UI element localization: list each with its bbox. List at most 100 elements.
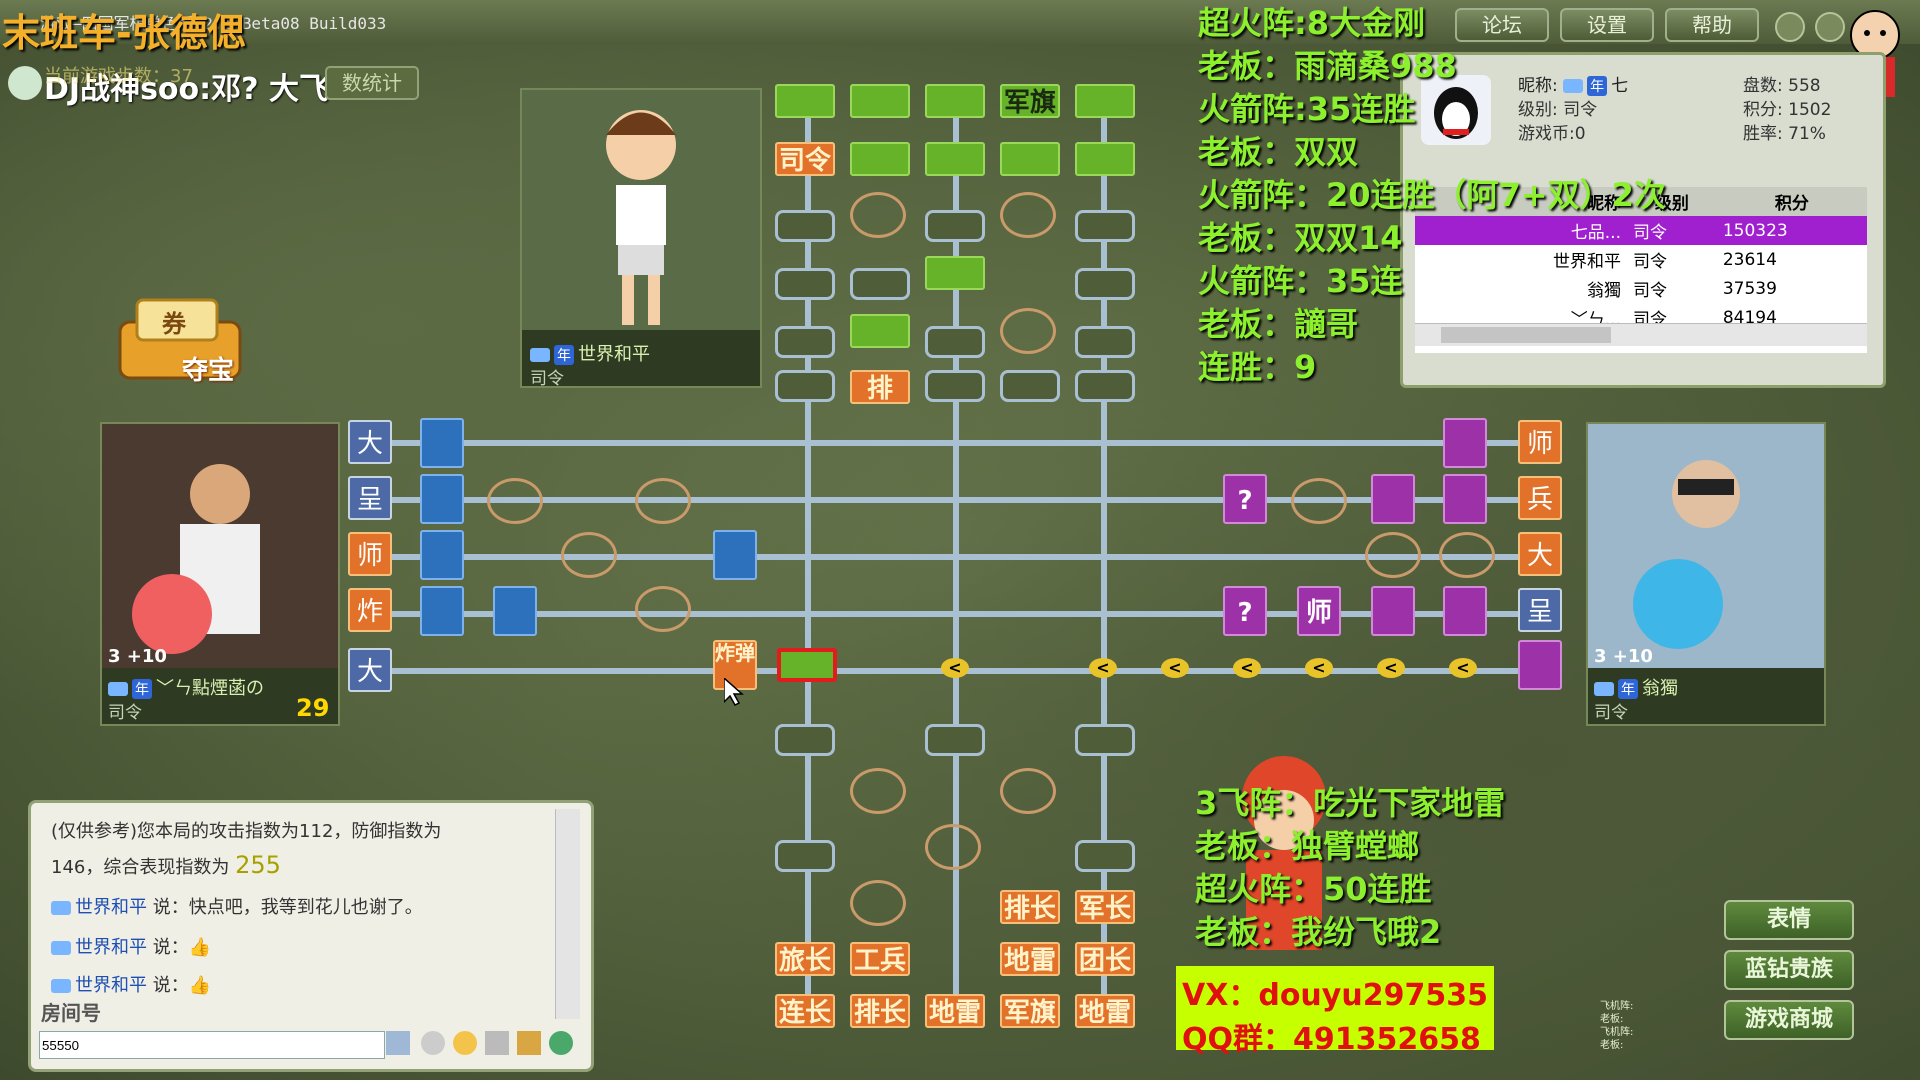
board-cell[interactable]	[925, 724, 985, 756]
platoon-piece[interactable]: 排	[850, 370, 910, 404]
camp-cell[interactable]	[1000, 768, 1056, 814]
camp-cell[interactable]	[635, 478, 691, 524]
board-cell[interactable]	[1075, 840, 1135, 872]
purple-piece[interactable]	[1443, 586, 1487, 636]
camp-cell[interactable]	[925, 824, 981, 870]
minimize-icon[interactable]	[1775, 12, 1805, 42]
blue-piece[interactable]	[420, 530, 464, 580]
board-piece[interactable]: 排长	[850, 994, 910, 1028]
unknown-piece[interactable]: ?	[1223, 474, 1267, 524]
camp-cell[interactable]	[850, 880, 906, 926]
side-label: 师	[348, 532, 392, 576]
camp-cell[interactable]	[850, 192, 906, 238]
board-piece[interactable]	[1075, 142, 1135, 176]
board-piece[interactable]	[775, 84, 835, 118]
division-piece[interactable]: 师	[1297, 586, 1341, 636]
board-cell[interactable]	[775, 268, 835, 300]
board-piece[interactable]	[925, 142, 985, 176]
commander-piece[interactable]: 司令	[775, 142, 835, 176]
blue-diamond-button[interactable]: 蓝钻贵族	[1724, 950, 1854, 990]
emoji-button[interactable]: 表情	[1724, 900, 1854, 940]
system-line-text: 146，综合表现指数为	[51, 857, 230, 878]
board-cell[interactable]	[775, 724, 835, 756]
board-cell[interactable]	[925, 370, 985, 402]
games-label: 盘数:	[1743, 76, 1783, 96]
chat-sender[interactable]: 世界和平	[75, 975, 147, 996]
board-piece[interactable]	[1000, 142, 1060, 176]
camp-cell[interactable]	[561, 532, 617, 578]
camp-cell[interactable]	[1000, 308, 1056, 354]
board-piece[interactable]: 团长	[1075, 942, 1135, 976]
board-piece[interactable]: 地雷	[1075, 994, 1135, 1028]
camp-cell[interactable]	[487, 478, 543, 524]
flag-piece[interactable]: 军旗	[1000, 84, 1060, 118]
dropdown-icon[interactable]	[386, 1031, 410, 1055]
treasure-chest-icon[interactable]: 券 夺宝	[112, 292, 252, 392]
board-cell[interactable]	[775, 840, 835, 872]
board-piece[interactable]	[1075, 84, 1135, 118]
diamond-icon	[51, 901, 71, 915]
tiny-note: 老板:	[1600, 1040, 1624, 1051]
board-cell[interactable]	[775, 326, 835, 358]
camp-cell[interactable]	[1000, 192, 1056, 238]
unknown-piece[interactable]: ?	[1223, 586, 1267, 636]
board-piece[interactable]: 旅长	[775, 942, 835, 976]
camp-cell[interactable]	[1365, 532, 1421, 578]
speech-bubble-icon[interactable]	[421, 1031, 445, 1055]
game-store-button[interactable]: 游戏商城	[1724, 1000, 1854, 1040]
games-row: 盘数: 558	[1743, 71, 1821, 96]
help-button[interactable]: 帮助	[1665, 8, 1759, 42]
purple-piece[interactable]	[1443, 418, 1487, 468]
emoji-icon[interactable]	[453, 1031, 477, 1055]
board-cell[interactable]	[1075, 326, 1135, 358]
board-cell[interactable]	[1075, 268, 1135, 300]
blue-piece[interactable]	[493, 586, 537, 636]
board-piece[interactable]	[850, 314, 910, 348]
purple-piece[interactable]	[1443, 474, 1487, 524]
board-piece[interactable]: 地雷	[925, 994, 985, 1028]
board-piece[interactable]: 排长	[1000, 890, 1060, 924]
chat-sender[interactable]: 世界和平	[75, 897, 147, 918]
purple-piece[interactable]	[1371, 474, 1415, 524]
board-piece[interactable]	[850, 84, 910, 118]
chat-input[interactable]	[39, 1031, 385, 1059]
speaker-icon[interactable]	[485, 1031, 509, 1055]
chat-scrollbar[interactable]	[555, 809, 580, 1019]
camp-cell[interactable]	[850, 768, 906, 814]
board-piece[interactable]	[925, 84, 985, 118]
board-piece[interactable]	[925, 256, 985, 290]
camp-cell[interactable]	[1439, 532, 1495, 578]
blue-piece[interactable]	[420, 418, 464, 468]
board-cell[interactable]	[1075, 210, 1135, 242]
board-cell[interactable]	[1075, 724, 1135, 756]
board-piece[interactable]: 连长	[775, 994, 835, 1028]
board-cell[interactable]	[1075, 370, 1135, 402]
blue-piece[interactable]	[420, 474, 464, 524]
step-counter: 当前游戏步数：37	[44, 66, 193, 87]
camp-cell[interactable]	[1291, 478, 1347, 524]
board-piece[interactable]: 工兵	[850, 942, 910, 976]
purple-piece[interactable]	[1518, 640, 1562, 690]
board-piece[interactable]: 军旗	[1000, 994, 1060, 1028]
purple-piece[interactable]	[1371, 586, 1415, 636]
board-cell[interactable]	[850, 268, 910, 300]
blue-piece[interactable]	[420, 586, 464, 636]
board-cell[interactable]	[1000, 370, 1060, 402]
mouse-cursor-icon	[723, 676, 744, 710]
board-cell[interactable]	[925, 326, 985, 358]
board-cell[interactable]	[925, 210, 985, 242]
board-piece[interactable]	[850, 142, 910, 176]
wrench-icon[interactable]	[517, 1031, 541, 1055]
chat-sender[interactable]: 世界和平	[75, 937, 147, 958]
board-piece[interactable]: 地雷	[1000, 942, 1060, 976]
board-cell[interactable]	[775, 370, 835, 402]
overlay-line: 火箭阵：20连胜（阿7+双）2次	[1198, 176, 1666, 214]
side-label: 兵	[1518, 476, 1562, 520]
selected-piece[interactable]	[777, 648, 837, 682]
globe-icon[interactable]	[549, 1031, 573, 1055]
blue-piece[interactable]	[713, 530, 757, 580]
thumbs-up-icon: 👍	[188, 975, 212, 996]
board-cell[interactable]	[775, 210, 835, 242]
board-piece[interactable]: 军长	[1075, 890, 1135, 924]
camp-cell[interactable]	[635, 586, 691, 632]
